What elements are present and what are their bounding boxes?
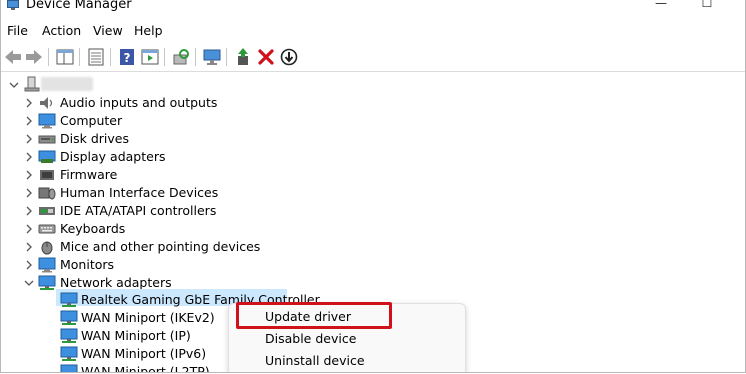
menu-bar: File Action View Help [1,20,745,42]
tree-item-label: Computer [60,113,123,128]
toolbar-separator [79,48,80,66]
svg-text:?: ? [124,51,131,65]
chevron-right-icon[interactable] [22,186,36,200]
tree-icon[interactable] [86,47,106,67]
tree-item-label: Disk drives [60,131,129,146]
chevron-right-icon[interactable] [22,222,36,236]
tree-item-mice[interactable]: Mice and other pointing devices [22,238,322,256]
computer-name-redacted [41,77,93,91]
highlight-annotation-box [236,302,392,329]
tree-item-label: Network adapters [60,275,172,290]
keyboard-icon [38,224,56,234]
tree-item-computer[interactable]: Computer [22,112,322,130]
chevron-down-icon[interactable] [7,78,21,92]
forward-icon[interactable] [24,47,44,67]
context-menu-uninstall-device[interactable]: Uninstall device [265,353,365,368]
tree-item-ide[interactable]: IDE ATA/ATAPI controllers [22,202,322,220]
back-icon[interactable] [3,47,23,67]
tree-item-label: Display adapters [60,149,166,164]
run-icon[interactable] [140,47,160,67]
tree-item-label: WAN Miniport (IPv6) [81,346,207,361]
tree-item-hid[interactable]: Human Interface Devices [22,184,322,202]
tree-item-label: Keyboards [60,221,126,236]
tree-item-label: Monitors [60,257,115,272]
toolbar-separator [48,48,49,66]
firmware-icon [40,170,54,180]
toolbar-separator [195,48,196,66]
menu-file[interactable]: File [7,23,28,38]
context-menu-disable-device[interactable]: Disable device [265,331,356,346]
chevron-right-icon[interactable] [22,132,36,146]
tree-item-label: Audio inputs and outputs [60,95,218,110]
chevron-right-icon[interactable] [22,168,36,182]
monitor-icon[interactable] [202,47,222,67]
tree-item-audio[interactable]: Audio inputs and outputs [22,94,322,112]
title-bar: Device Manager — ☐ [1,0,745,16]
hid-icon [38,187,56,200]
help-icon[interactable]: ? [117,47,137,67]
chevron-down-icon[interactable] [22,276,36,290]
tree-item-label: WAN Miniport (L2TP) [81,364,210,373]
tree-item-label: Mice and other pointing devices [60,239,261,254]
monitor-icon [38,257,56,273]
tree-item-label: IDE ATA/ATAPI controllers [60,203,217,218]
toolbar-separator [226,48,227,66]
mouse-icon [41,241,53,255]
tree-item-monitors[interactable]: Monitors [22,256,322,274]
tree-item-display-adapters[interactable]: Display adapters [22,148,322,166]
scan-hardware-icon[interactable] [171,47,191,67]
network-adapter-icon [38,275,56,290]
tree-item-label: WAN Miniport (IKEv2) [81,310,215,325]
disk-drive-icon [38,135,56,144]
toolbar-separator [164,48,165,66]
computer-icon [24,76,40,92]
network-adapter-icon [60,346,78,361]
menu-help[interactable]: Help [134,23,163,38]
network-adapter-icon [60,364,78,372]
tree-item-disk-drives[interactable]: Disk drives [22,130,322,148]
network-adapter-icon [60,292,78,307]
chevron-right-icon[interactable] [22,258,36,272]
tree-item-label: WAN Miniport (IP) [81,328,191,343]
tree-item-label: Firmware [60,167,118,182]
menu-view[interactable]: View [93,23,123,38]
display-adapter-icon [38,150,56,163]
maximize-button[interactable]: ☐ [692,0,722,14]
uninstall-x-icon[interactable] [256,47,276,67]
device-manager-window: Device Manager — ☐ File Action View Help [0,0,746,373]
minimize-button[interactable]: — [646,0,676,14]
chevron-right-icon[interactable] [22,114,36,128]
disable-down-icon[interactable] [279,47,299,67]
computer-icon [38,113,56,129]
chevron-right-icon[interactable] [22,204,36,218]
device-manager-app-icon [7,0,19,10]
update-driver-icon[interactable] [233,47,253,67]
toolbar-separator [110,48,111,66]
ide-controller-icon [39,207,55,215]
tree-item-firmware[interactable]: Firmware [22,166,322,184]
network-adapter-icon [60,328,78,343]
network-adapter-icon [60,310,78,325]
toolbar: ? [1,43,745,72]
chevron-right-icon[interactable] [22,150,36,164]
window-title: Device Manager [26,0,132,12]
menu-action[interactable]: Action [42,23,81,38]
tree-item-keyboards[interactable]: Keyboards [22,220,322,238]
speaker-icon [40,97,53,109]
chevron-right-icon[interactable] [22,240,36,254]
properties-sheet-icon[interactable] [55,47,75,67]
chevron-right-icon[interactable] [22,96,36,110]
tree-item-label: Human Interface Devices [60,185,219,200]
